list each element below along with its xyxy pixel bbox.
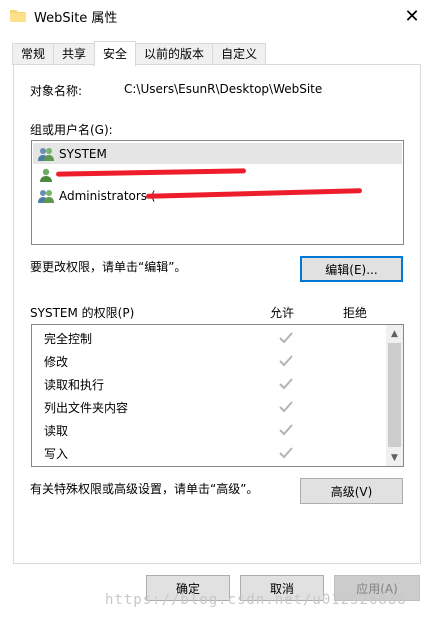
edit-button[interactable]: 编辑(E)... xyxy=(300,256,403,282)
table-row: 读取 xyxy=(44,419,68,441)
check-icon xyxy=(279,378,293,390)
table-row: 完全控制 xyxy=(44,327,92,349)
tab-previous-versions[interactable]: 以前的版本 xyxy=(135,43,214,65)
table-row: 修改 xyxy=(44,350,68,372)
groups-label: 组或用户名(G): xyxy=(30,123,113,137)
table-row: 写入 xyxy=(44,442,68,464)
permissions-label: SYSTEM 的权限(P) xyxy=(30,306,135,320)
object-name-value: C:\Users\EsunR\Desktop\WebSite xyxy=(124,82,323,96)
permission-name: 读取 xyxy=(44,423,69,438)
table-row: 读取和执行 xyxy=(44,373,104,395)
user-icon xyxy=(40,168,52,182)
window-title: WebSite 属性 xyxy=(34,11,118,26)
scrollbar[interactable]: ▲ ▼ xyxy=(386,325,403,466)
check-icon xyxy=(279,401,293,413)
tab-general[interactable]: 常规 xyxy=(12,43,55,65)
edit-hint: 要更改权限，请单击“编辑”。 xyxy=(30,260,187,274)
permission-name: 读取和执行 xyxy=(44,377,105,392)
permission-name: 列出文件夹内容 xyxy=(44,400,129,415)
permission-name: 完全控制 xyxy=(44,331,93,346)
title-bar: WebSite 属性 ✕ xyxy=(0,0,435,32)
advanced-button[interactable]: 高级(V) xyxy=(300,478,403,504)
user-name: Administrators ( xyxy=(59,188,156,203)
tab-sharing[interactable]: 共享 xyxy=(53,43,96,65)
permissions-list[interactable]: 完全控制 修改 读取和执行 列出文件夹内容 读取 写入 ▲ ▼ xyxy=(31,324,404,467)
check-icon xyxy=(279,332,293,344)
folder-icon xyxy=(10,10,26,22)
scroll-thumb[interactable] xyxy=(388,343,401,447)
tab-security[interactable]: 安全 xyxy=(94,41,137,66)
check-icon xyxy=(279,424,293,436)
permission-name: 写入 xyxy=(44,446,69,461)
allow-column-header: 允许 xyxy=(270,306,295,320)
close-icon: ✕ xyxy=(404,5,420,27)
tab-customize[interactable]: 自定义 xyxy=(212,43,267,65)
check-icon xyxy=(279,355,293,367)
scroll-down-icon[interactable]: ▼ xyxy=(386,449,403,466)
advanced-hint: 有关特殊权限或高级设置，请单击“高级”。 xyxy=(30,482,259,496)
permission-name: 修改 xyxy=(44,354,69,369)
user-name: SYSTEM xyxy=(59,146,107,161)
check-icon xyxy=(279,447,293,459)
user-group-icon xyxy=(38,189,54,203)
table-row: 列出文件夹内容 xyxy=(44,396,128,418)
scroll-up-icon[interactable]: ▲ xyxy=(386,325,403,342)
deny-column-header: 拒绝 xyxy=(343,306,368,320)
user-group-icon xyxy=(38,147,54,161)
object-name-label: 对象名称: xyxy=(30,84,83,98)
tab-strip: 常规 共享 安全 以前的版本 自定义 xyxy=(12,41,267,66)
watermark: https://blog.csdn.net/u012526888 xyxy=(105,592,407,608)
list-item-system[interactable]: SYSTEM xyxy=(33,143,402,164)
close-button[interactable]: ✕ xyxy=(389,0,435,32)
